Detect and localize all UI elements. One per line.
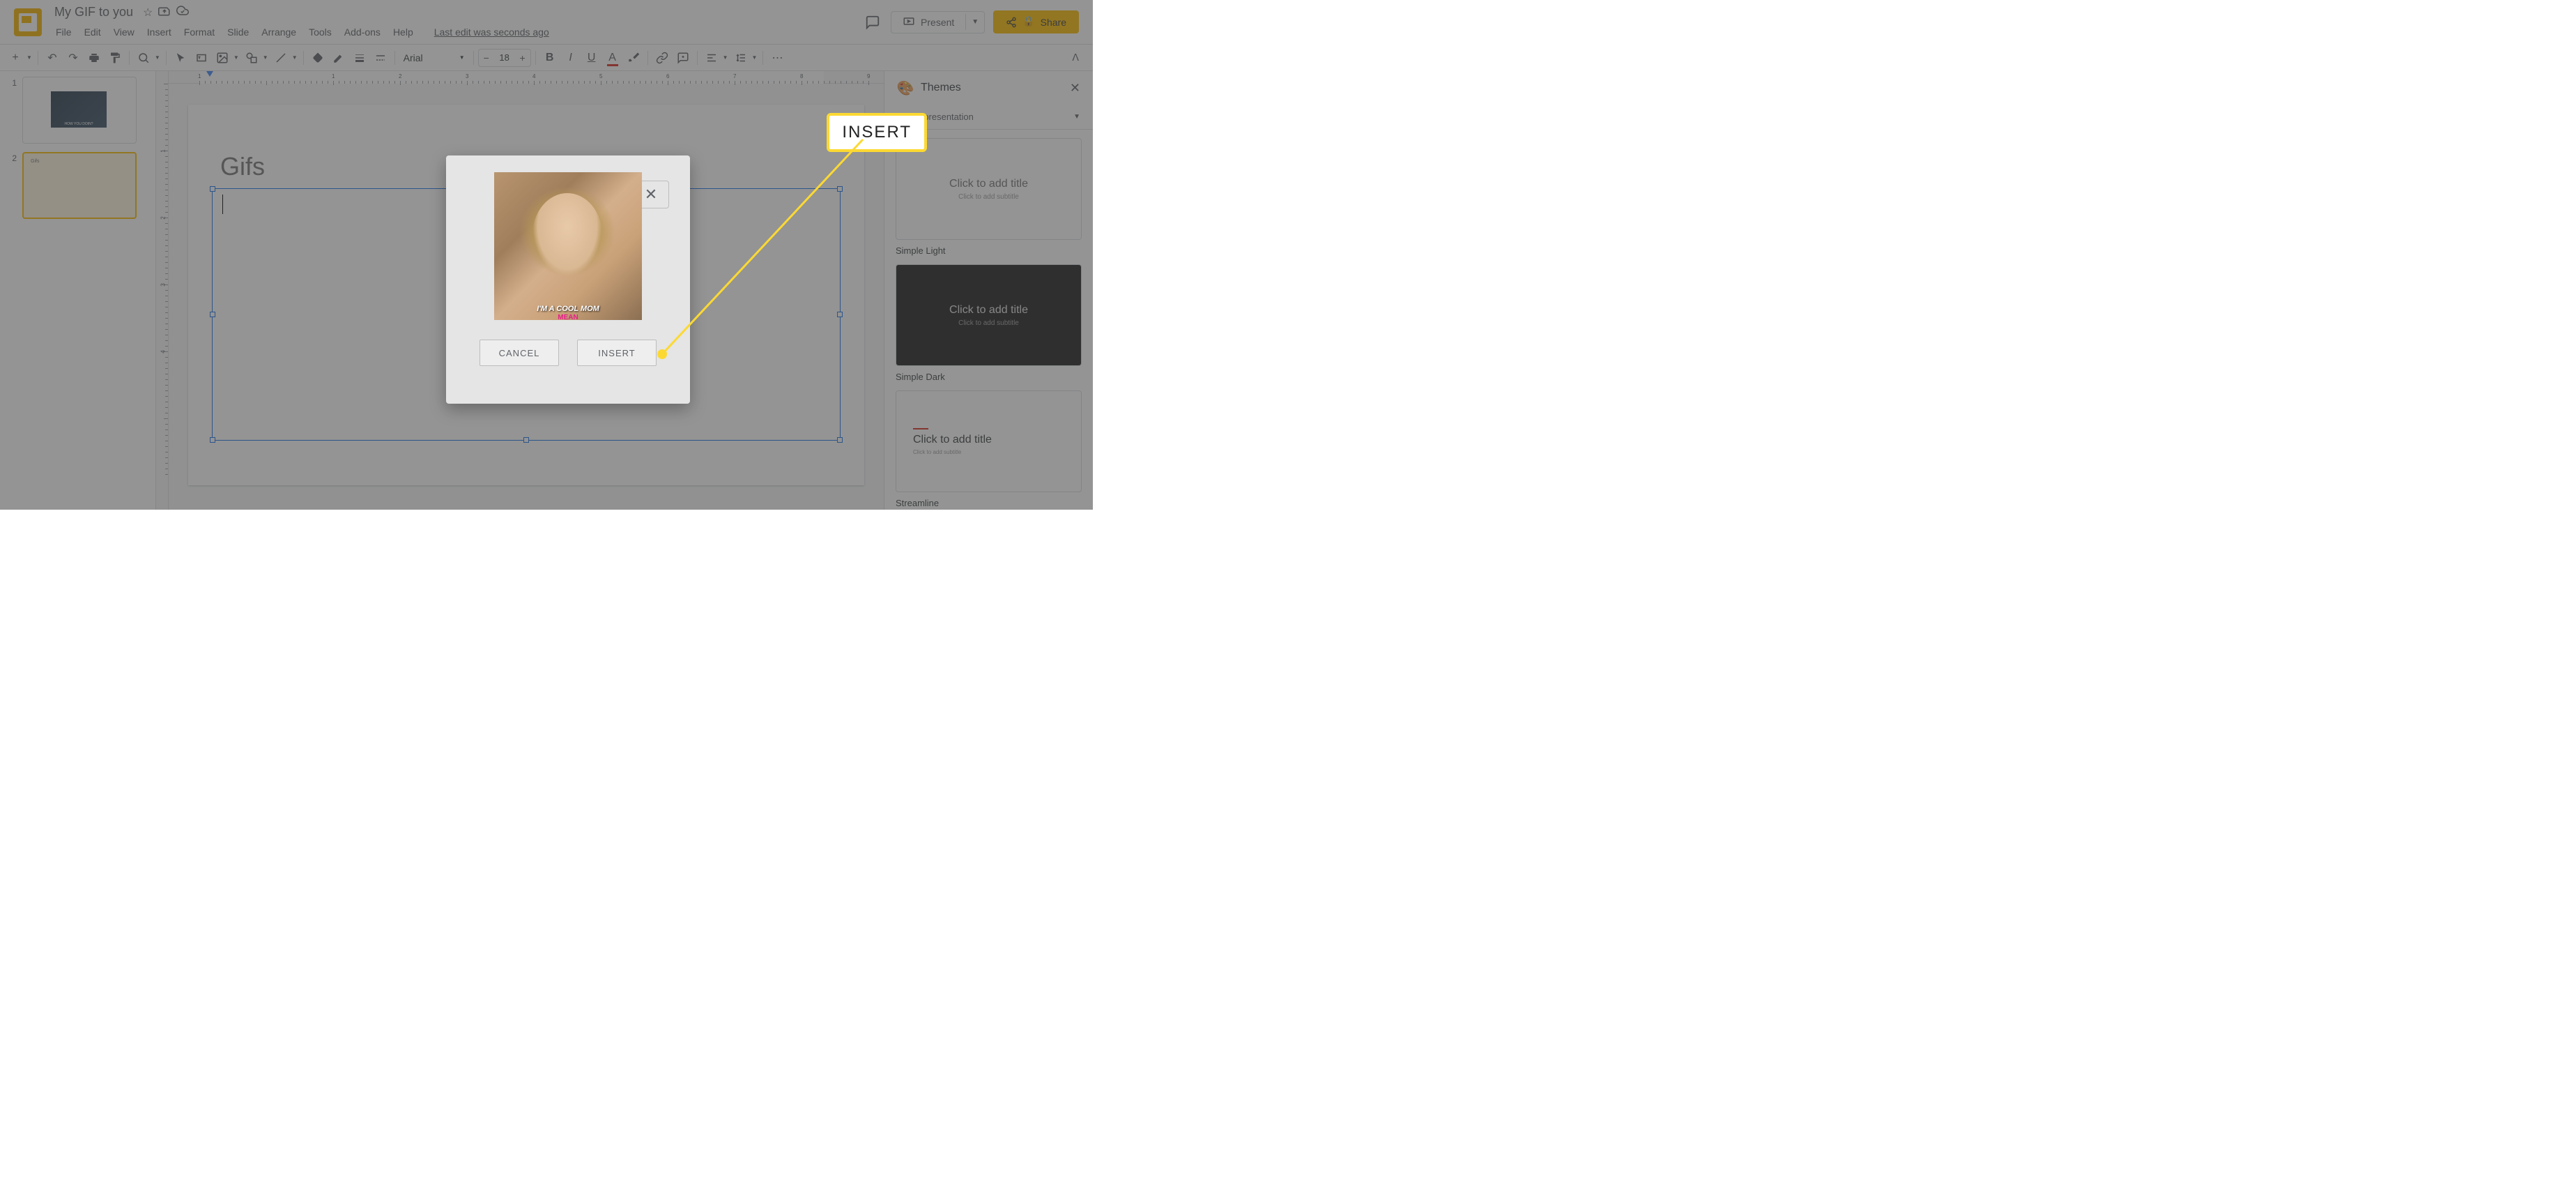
gif-preview-image: I'M A COOL MOM MEAN [494,172,642,320]
gif-insert-dialog: ✕ I'M A COOL MOM MEAN CANCEL INSERT [446,155,690,404]
gif-caption: I'M A COOL MOM [537,305,599,313]
callout-highlight: INSERT [827,113,927,152]
insert-button[interactable]: INSERT [577,340,657,366]
cancel-button[interactable]: CANCEL [480,340,559,366]
gif-caption-2: MEAN [558,314,578,320]
